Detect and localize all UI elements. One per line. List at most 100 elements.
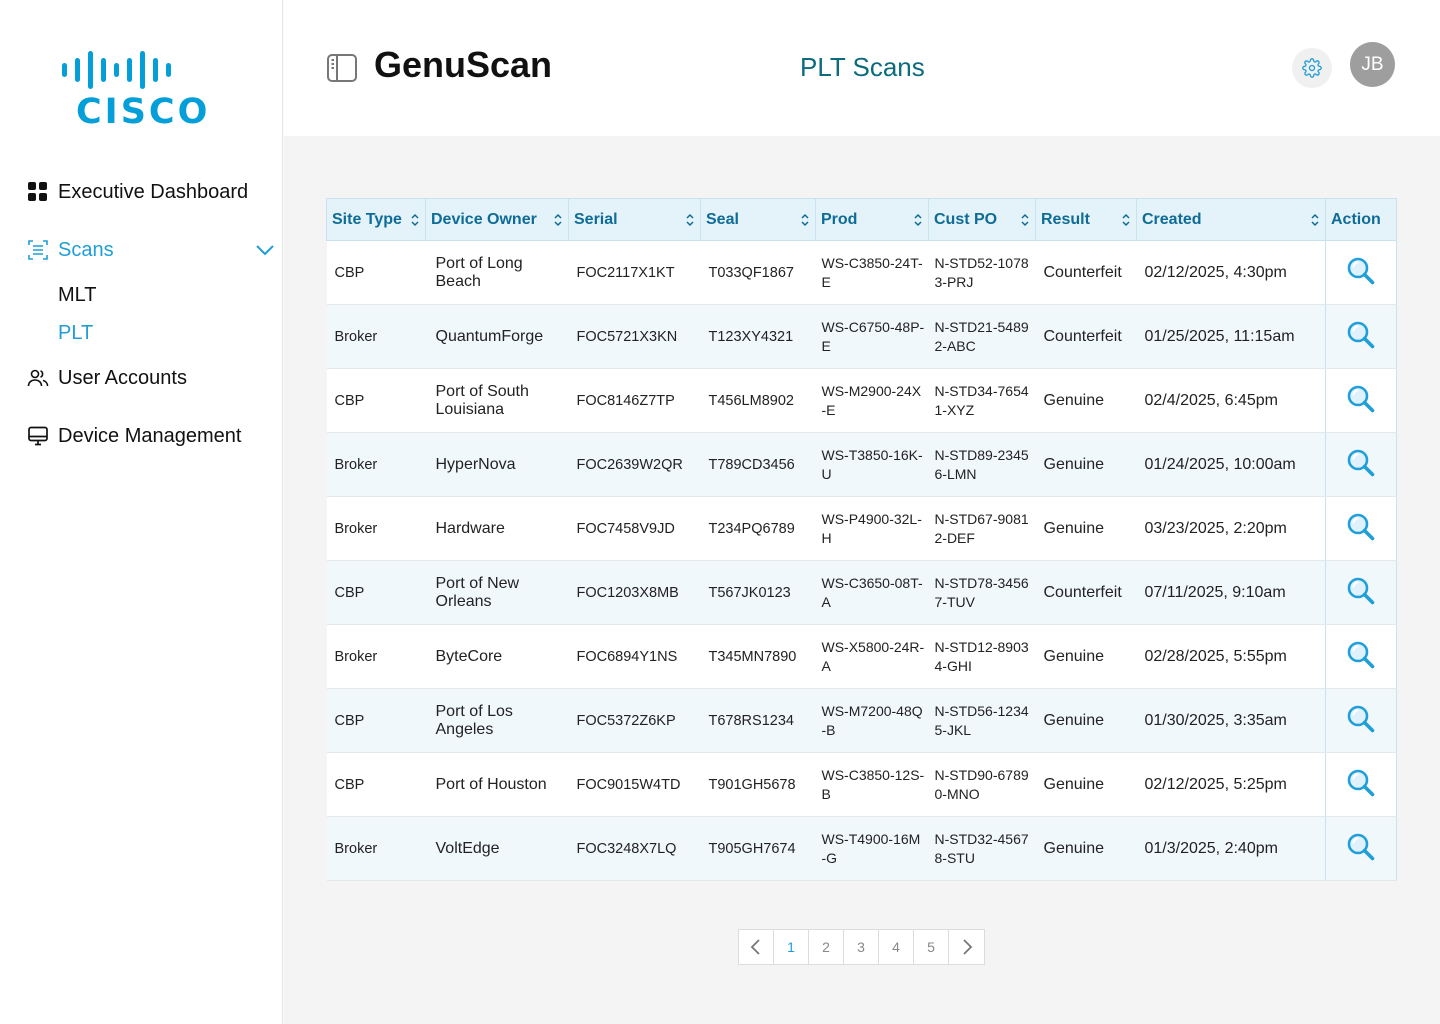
- result-cell: Genuine: [1035, 496, 1137, 561]
- serial-cell: FOC2639W2QR: [568, 432, 701, 497]
- site-type-cell: CBP: [326, 560, 426, 625]
- view-scan-button[interactable]: [1346, 640, 1376, 670]
- cust-po-cell: N-STD32-45678-STU: [928, 816, 1036, 881]
- column-header-prod[interactable]: Prod: [815, 198, 929, 241]
- page-button-4[interactable]: 4: [879, 930, 914, 964]
- site-type-cell: Broker: [326, 304, 426, 369]
- cust-po-cell: N-STD56-12345-JKL: [928, 688, 1036, 753]
- sidebar: CISCO Executive Dashboard Scans MLT PLT: [0, 0, 283, 1024]
- view-scan-button[interactable]: [1346, 576, 1376, 606]
- view-scan-button[interactable]: [1346, 768, 1376, 798]
- search-icon: [1347, 833, 1375, 860]
- sidebar-nav: Executive Dashboard Scans MLT PLT User A…: [26, 170, 276, 458]
- column-header-cust-po[interactable]: Cust PO: [928, 198, 1036, 241]
- column-header-site-type[interactable]: Site Type: [326, 198, 426, 241]
- column-header-result[interactable]: Result: [1035, 198, 1137, 241]
- sidebar-item-executive-dashboard[interactable]: Executive Dashboard: [26, 170, 276, 214]
- view-scan-button[interactable]: [1346, 448, 1376, 478]
- device-owner-cell: HyperNova: [425, 432, 569, 497]
- created-cell: 01/30/2025, 3:35am: [1136, 688, 1326, 753]
- search-icon: [1347, 321, 1375, 348]
- result-cell: Counterfeit: [1035, 560, 1137, 625]
- settings-button[interactable]: [1292, 48, 1332, 88]
- seal-cell: T567JK0123: [700, 560, 816, 625]
- cust-po-cell: N-STD67-90812-DEF: [928, 496, 1036, 561]
- action-cell: [1325, 432, 1397, 497]
- action-cell: [1325, 368, 1397, 433]
- page-button-3[interactable]: 3: [844, 930, 879, 964]
- sort-icon: [914, 213, 922, 226]
- seal-cell: T901GH5678: [700, 752, 816, 817]
- page-button-2[interactable]: 2: [809, 930, 844, 964]
- created-cell: 01/24/2025, 10:00am: [1136, 432, 1326, 497]
- sidebar-item-user-accounts[interactable]: User Accounts: [26, 356, 276, 400]
- prod-cell: WS-T4900-16M-G: [815, 816, 929, 881]
- page-button-1[interactable]: 1: [774, 930, 809, 964]
- prod-cell: WS-C3650-08T-A: [815, 560, 929, 625]
- pagination: 1 2 3 4 5: [738, 929, 985, 965]
- table-row: CBP Port of South Louisiana FOC8146Z7TP T45…: [326, 368, 1397, 433]
- site-type-cell: CBP: [326, 240, 426, 305]
- table-row: Broker HyperNova FOC2639W2QR T789CD3456 WS-T…: [326, 432, 1397, 497]
- sort-icon: [1311, 213, 1319, 226]
- created-cell: 02/28/2025, 5:55pm: [1136, 624, 1326, 689]
- sort-icon: [554, 213, 562, 226]
- column-header-seal[interactable]: Seal: [700, 198, 816, 241]
- cisco-logo-bars: [62, 50, 218, 90]
- page-title: PLT Scans: [800, 52, 925, 82]
- table-row: Broker QuantumForge FOC5721X3KN T123XY4321 W…: [326, 304, 1397, 369]
- result-cell: Genuine: [1035, 816, 1137, 881]
- action-cell: [1325, 688, 1397, 753]
- next-page-button[interactable]: [949, 930, 984, 964]
- table-row: CBP Port of Long Beach FOC2117X1KT T033QF18…: [326, 240, 1397, 305]
- search-icon: [1347, 769, 1375, 796]
- user-avatar[interactable]: JB: [1350, 42, 1395, 87]
- view-scan-button[interactable]: [1346, 704, 1376, 734]
- sidebar-toggle-icon[interactable]: [326, 52, 358, 84]
- view-scan-button[interactable]: [1346, 320, 1376, 350]
- cust-po-cell: N-STD78-34567-TUV: [928, 560, 1036, 625]
- page-button-5[interactable]: 5: [914, 930, 949, 964]
- seal-cell: T678RS1234: [700, 688, 816, 753]
- site-type-cell: CBP: [326, 752, 426, 817]
- device-owner-cell: Port of Long Beach: [425, 240, 569, 305]
- result-cell: Counterfeit: [1035, 240, 1137, 305]
- table-row: CBP Port of New Orleans FOC1203X8MB T567JK0…: [326, 560, 1397, 625]
- prev-page-button[interactable]: [739, 930, 774, 964]
- column-header-serial[interactable]: Serial: [568, 198, 701, 241]
- sidebar-subitem-plt[interactable]: PLT: [26, 314, 276, 352]
- cisco-logo: CISCO: [62, 50, 218, 132]
- sidebar-item-scans[interactable]: Scans: [26, 228, 276, 272]
- view-scan-button[interactable]: [1346, 384, 1376, 414]
- created-cell: 07/11/2025, 9:10am: [1136, 560, 1326, 625]
- serial-cell: FOC1203X8MB: [568, 560, 701, 625]
- cust-po-cell: N-STD12-89034-GHI: [928, 624, 1036, 689]
- search-icon: [1347, 449, 1375, 476]
- chevron-down-icon[interactable]: [254, 239, 276, 261]
- search-icon: [1347, 385, 1375, 412]
- action-cell: [1325, 560, 1397, 625]
- action-cell: [1325, 624, 1397, 689]
- scans-table: Site Type Device Owner Serial Seal Prod …: [326, 198, 1397, 881]
- search-icon: [1347, 513, 1375, 540]
- view-scan-button[interactable]: [1346, 512, 1376, 542]
- app-root: CISCO Executive Dashboard Scans MLT PLT: [0, 0, 1440, 1024]
- device-owner-cell: ByteCore: [425, 624, 569, 689]
- result-cell: Genuine: [1035, 432, 1137, 497]
- column-header-created[interactable]: Created: [1136, 198, 1326, 241]
- column-header-device-owner[interactable]: Device Owner: [425, 198, 569, 241]
- search-icon: [1347, 577, 1375, 604]
- search-icon: [1347, 641, 1375, 668]
- action-cell: [1325, 752, 1397, 817]
- prod-cell: WS-X5800-24R-A: [815, 624, 929, 689]
- top-header: GenuScan PLT Scans JB: [284, 0, 1440, 136]
- action-cell: [1325, 816, 1397, 881]
- device-owner-cell: QuantumForge: [425, 304, 569, 369]
- sidebar-item-label: User Accounts: [58, 366, 187, 389]
- table-row: Broker ByteCore FOC6894Y1NS T345MN7890 WS-X5…: [326, 624, 1397, 689]
- sidebar-subitem-mlt[interactable]: MLT: [26, 276, 276, 314]
- main-content: Site Type Device Owner Serial Seal Prod …: [284, 136, 1440, 1024]
- view-scan-button[interactable]: [1346, 832, 1376, 862]
- view-scan-button[interactable]: [1346, 256, 1376, 286]
- sidebar-item-device-management[interactable]: Device Management: [26, 414, 276, 458]
